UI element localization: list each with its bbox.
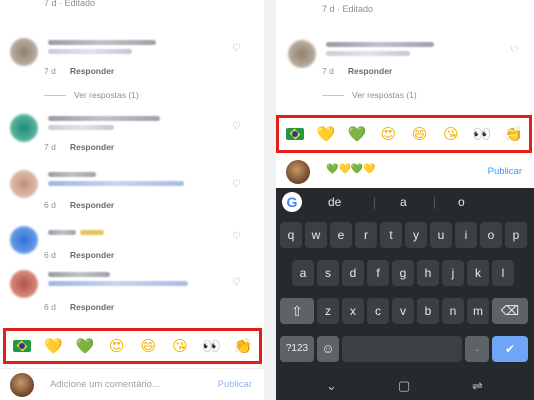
brazil-flag-emoji[interactable] bbox=[12, 340, 31, 352]
android-nav-bar: ⌄ ▢ ⇌ bbox=[276, 372, 534, 400]
key[interactable]: h bbox=[417, 260, 439, 286]
green-heart-emoji[interactable]: 💚 bbox=[345, 125, 369, 143]
key[interactable]: e bbox=[330, 222, 352, 248]
key[interactable]: y bbox=[405, 222, 427, 248]
reply-button[interactable]: Responder bbox=[70, 66, 114, 76]
left-screenshot: 7 d · Editado 7 d Responder ♡ Ver respost… bbox=[0, 0, 264, 400]
comment-composer: 💚💛💚💛 Publicar bbox=[276, 156, 534, 188]
key[interactable]: w bbox=[305, 222, 327, 248]
key[interactable]: i bbox=[455, 222, 477, 248]
key[interactable]: o bbox=[480, 222, 502, 248]
like-heart-icon[interactable]: ♡ bbox=[232, 122, 242, 132]
avatar[interactable] bbox=[10, 226, 38, 254]
android-keyboard: G de a o q w e r t y u i o p a s d f g h… bbox=[276, 188, 534, 400]
key[interactable]: b bbox=[417, 298, 439, 324]
comment-meta: 7 d Responder bbox=[322, 66, 393, 76]
avatar[interactable] bbox=[10, 114, 38, 142]
publish-button[interactable]: Publicar bbox=[488, 166, 522, 177]
yellow-heart-emoji[interactable]: 💛 bbox=[41, 337, 65, 355]
key[interactable]: u bbox=[430, 222, 452, 248]
kissing-emoji[interactable]: 😘 bbox=[168, 337, 192, 355]
avatar[interactable] bbox=[288, 40, 316, 68]
comment-composer: Adicione um comentário... Publicar bbox=[0, 368, 264, 398]
eyes-emoji[interactable]: 👀 bbox=[200, 337, 224, 355]
suggestion-strip: G de a o bbox=[276, 188, 534, 216]
suggestion-word[interactable]: de bbox=[328, 195, 341, 209]
suggestion-word[interactable]: o bbox=[458, 195, 465, 209]
key[interactable]: r bbox=[355, 222, 377, 248]
key[interactable]: g bbox=[392, 260, 414, 286]
reply-button[interactable]: Responder bbox=[348, 66, 392, 76]
like-heart-icon[interactable]: ♡ bbox=[232, 232, 242, 242]
key[interactable]: k bbox=[467, 260, 489, 286]
key[interactable]: p bbox=[505, 222, 527, 248]
reply-button[interactable]: Responder bbox=[70, 142, 114, 152]
comment-meta: 7 d Responder bbox=[44, 142, 115, 152]
comment-meta: 6 d Responder bbox=[44, 302, 115, 312]
key[interactable]: q bbox=[280, 222, 302, 248]
avatar[interactable] bbox=[10, 38, 38, 66]
spacebar[interactable] bbox=[342, 336, 462, 362]
google-icon[interactable]: G bbox=[282, 192, 302, 212]
comment-input[interactable]: Adicione um comentário... bbox=[50, 379, 160, 390]
key[interactable]: z bbox=[317, 298, 339, 324]
right-screenshot: 7 d · Editado 7 d Responder ♡ Ver respost… bbox=[276, 0, 534, 400]
key[interactable]: l bbox=[492, 260, 514, 286]
post-meta: 7 d · Editado bbox=[322, 4, 374, 14]
key[interactable]: d bbox=[342, 260, 364, 286]
symbols-key[interactable]: ?123 bbox=[280, 336, 314, 362]
comment-meta: 6 d Responder bbox=[44, 200, 115, 210]
heart-eyes-emoji[interactable]: 😍 bbox=[105, 337, 129, 355]
comment-meta: 7 d Responder bbox=[44, 66, 115, 76]
avatar[interactable] bbox=[10, 170, 38, 198]
key[interactable]: a bbox=[292, 260, 314, 286]
home-icon[interactable]: ▢ bbox=[398, 378, 410, 394]
key[interactable]: s bbox=[317, 260, 339, 286]
watermark: midiamax.uol.br bbox=[500, 1, 522, 150]
key[interactable]: m bbox=[467, 298, 489, 324]
like-heart-icon[interactable]: ♡ bbox=[232, 180, 242, 190]
recents-icon[interactable]: ⇌ bbox=[472, 378, 483, 394]
comment-meta: 6 d Responder bbox=[44, 250, 115, 260]
comment-input[interactable]: 💚💛💚💛 bbox=[326, 164, 376, 175]
grinning-emoji[interactable]: 😄 bbox=[408, 125, 432, 143]
avatar bbox=[286, 160, 310, 184]
like-heart-icon[interactable]: ♡ bbox=[232, 44, 242, 54]
eyes-emoji[interactable]: 👀 bbox=[470, 125, 494, 143]
avatar bbox=[10, 373, 34, 397]
clapping-emoji[interactable]: 👏 bbox=[231, 337, 255, 355]
period-key[interactable]: . bbox=[465, 336, 489, 362]
reply-button[interactable]: Responder bbox=[70, 302, 114, 312]
backspace-icon[interactable]: ⌫ bbox=[492, 298, 528, 324]
key[interactable]: v bbox=[392, 298, 414, 324]
brazil-flag-emoji[interactable] bbox=[285, 128, 304, 140]
view-replies-link[interactable]: Ver respostas (1) bbox=[322, 90, 417, 100]
shift-icon[interactable]: ⇧ bbox=[280, 298, 314, 324]
emoji-suggestion-bar: 💛 💚 😍 😄 😘 👀 👏 bbox=[276, 115, 532, 153]
reply-button[interactable]: Responder bbox=[70, 200, 114, 210]
reply-button[interactable]: Responder bbox=[70, 250, 114, 260]
key[interactable]: t bbox=[380, 222, 402, 248]
key[interactable]: x bbox=[342, 298, 364, 324]
key[interactable]: c bbox=[367, 298, 389, 324]
enter-key[interactable]: ✔ bbox=[492, 336, 528, 362]
view-replies-link[interactable]: Ver respostas (1) bbox=[44, 90, 139, 100]
publish-button[interactable]: Publicar bbox=[218, 379, 252, 390]
avatar[interactable] bbox=[10, 270, 38, 298]
back-icon[interactable]: ⌄ bbox=[326, 378, 337, 394]
kissing-emoji[interactable]: 😘 bbox=[439, 125, 463, 143]
yellow-heart-emoji[interactable]: 💛 bbox=[314, 125, 338, 143]
green-heart-emoji[interactable]: 💚 bbox=[73, 337, 97, 355]
emoji-key-icon[interactable]: ☺ bbox=[317, 336, 339, 362]
key[interactable]: f bbox=[367, 260, 389, 286]
key[interactable]: j bbox=[442, 260, 464, 286]
emoji-suggestion-bar: 💛 💚 😍 😄 😘 👀 👏 bbox=[3, 328, 262, 364]
post-meta: 7 d · Editado bbox=[44, 0, 96, 8]
like-heart-icon[interactable]: ♡ bbox=[232, 278, 242, 288]
heart-eyes-emoji[interactable]: 😍 bbox=[376, 125, 400, 143]
suggestion-word[interactable]: a bbox=[400, 195, 407, 209]
grinning-emoji[interactable]: 😄 bbox=[136, 337, 160, 355]
key[interactable]: n bbox=[442, 298, 464, 324]
divider bbox=[264, 0, 276, 400]
